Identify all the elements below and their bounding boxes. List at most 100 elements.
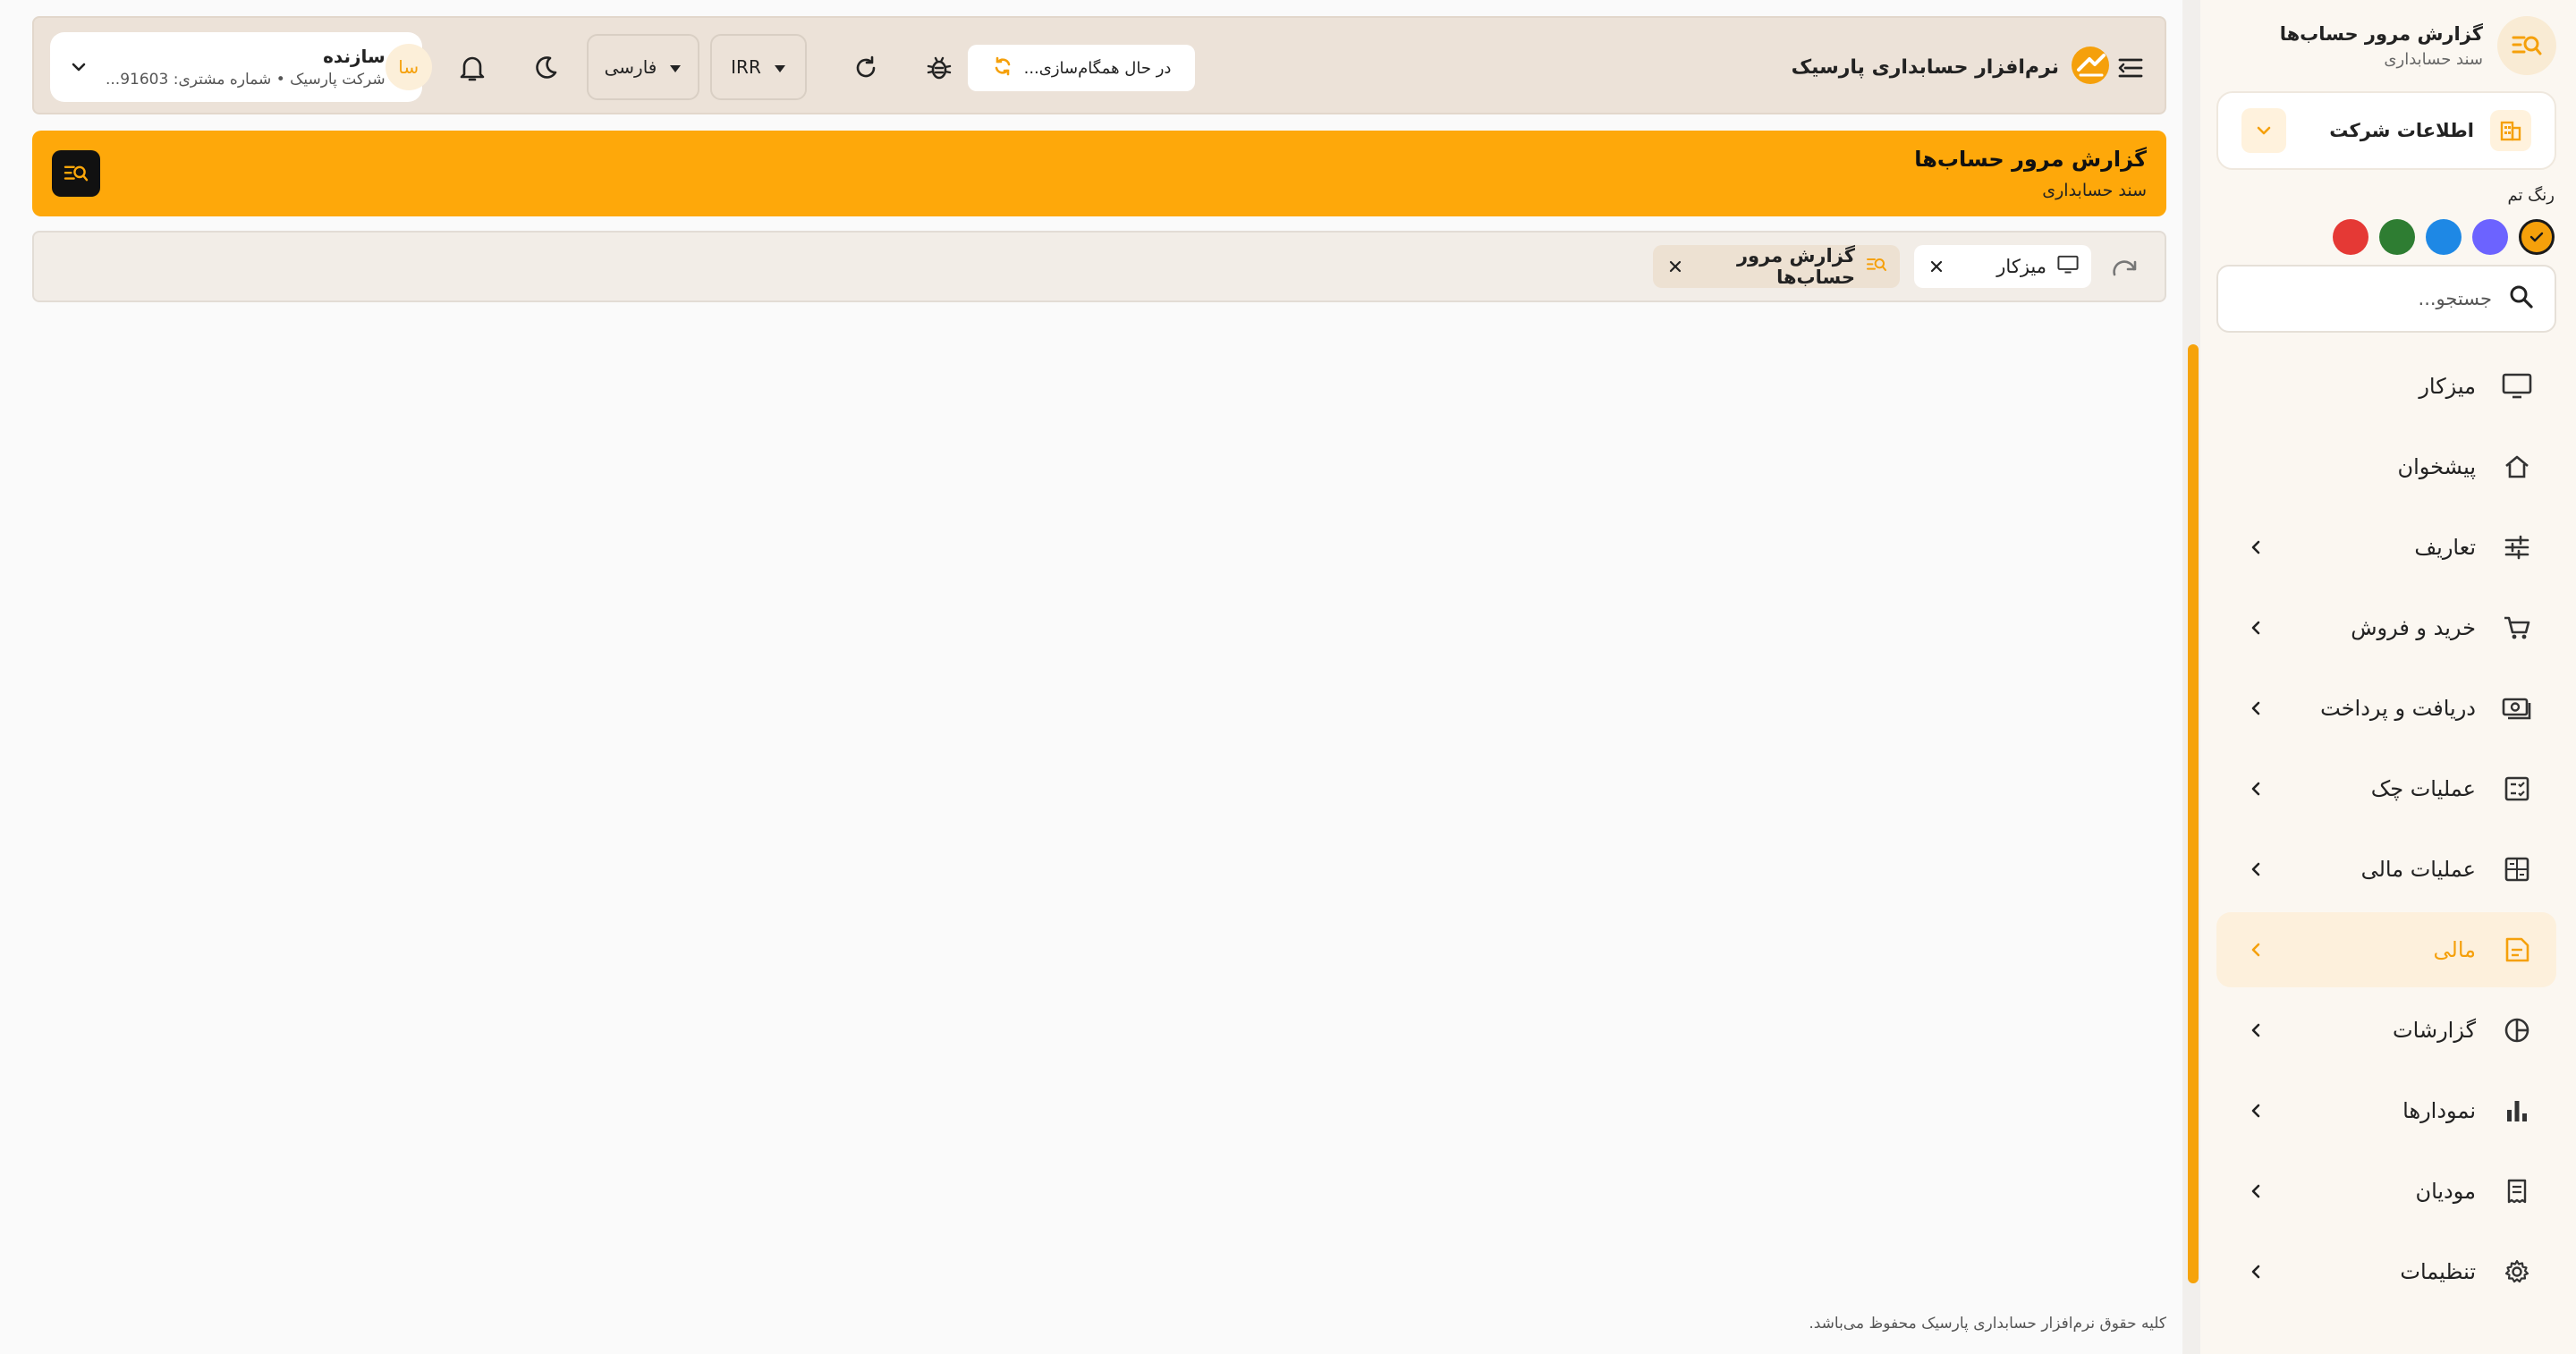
chevron-left-icon bbox=[2238, 529, 2274, 565]
company-info-label: اطلاعات شرکت bbox=[2329, 120, 2474, 141]
chevron-left-icon bbox=[2238, 1173, 2274, 1209]
sidebar-item-label: مالی bbox=[2433, 937, 2476, 962]
user-info: سازنده شرکت پارسیک • شماره مشتری: 91603.… bbox=[93, 46, 386, 89]
bell-icon[interactable] bbox=[453, 48, 492, 88]
app-logo bbox=[2070, 45, 2111, 89]
monitor-icon bbox=[2057, 255, 2079, 279]
check-icon bbox=[2529, 232, 2544, 242]
building-icon bbox=[2490, 110, 2531, 151]
chevron-left-icon bbox=[2238, 932, 2274, 968]
search-input[interactable] bbox=[2238, 288, 2492, 309]
sidebar-nav: میزکار پیشخوان تعاریف خرید و فروش دریافت bbox=[2216, 349, 2556, 1315]
sidebar-item-label: تعاریف bbox=[2414, 535, 2476, 560]
page-subtitle: سند حسابداری bbox=[2042, 181, 2147, 200]
sidebar-item-label: عملیات چک bbox=[2370, 776, 2476, 801]
sidebar-item-reports[interactable]: گزارشات bbox=[2216, 993, 2556, 1068]
check-list-icon bbox=[2499, 771, 2535, 807]
pie-chart-icon bbox=[2499, 1012, 2535, 1048]
chevron-left-icon bbox=[2238, 690, 2274, 726]
sidebar-item-taxpayers[interactable]: مودیان bbox=[2216, 1154, 2556, 1229]
sidebar-item-payments[interactable]: دریافت و پرداخت bbox=[2216, 671, 2556, 746]
sidebar-title: گزارش مرور حساب‌ها bbox=[2279, 22, 2483, 45]
chevron-left-icon bbox=[2238, 1254, 2274, 1290]
sidebar-item-label: گزارشات bbox=[2393, 1018, 2476, 1043]
sidebar-header: گزارش مرور حساب‌ها سند حسابداری bbox=[2216, 16, 2556, 75]
tab-label: میزکار bbox=[1996, 256, 2046, 277]
sidebar-item-settings[interactable]: تنظیمات bbox=[2216, 1234, 2556, 1309]
sidebar-item-dashboard[interactable]: پیشخوان bbox=[2216, 429, 2556, 504]
money-icon bbox=[2499, 690, 2535, 726]
top-bar: سازنده شرکت پارسیک • شماره مشتری: 91603.… bbox=[32, 16, 2166, 114]
theme-swatch-blue[interactable] bbox=[2426, 219, 2462, 255]
chevron-left-icon bbox=[2238, 1012, 2274, 1048]
sync-status-text: در حال همگام‌سازی... bbox=[1023, 58, 1172, 78]
tabs-bar: میزکار گزارش مرور حساب‌ها bbox=[32, 231, 2166, 302]
sidebar-item-sales[interactable]: خرید و فروش bbox=[2216, 590, 2556, 665]
currency-select[interactable]: IRR bbox=[710, 34, 807, 100]
caret-down-icon bbox=[774, 56, 786, 78]
avatar: سا bbox=[385, 44, 432, 90]
tab-label: گزارش مرور حساب‌ها bbox=[1736, 245, 1855, 288]
report-search-icon bbox=[2497, 16, 2556, 75]
sidebar-item-desk[interactable]: میزکار bbox=[2216, 349, 2556, 424]
tab-desk[interactable]: میزکار bbox=[1914, 245, 2091, 288]
theme-swatch-orange[interactable] bbox=[2519, 219, 2555, 255]
theme-swatch-green[interactable] bbox=[2379, 219, 2415, 255]
dark-mode-icon[interactable] bbox=[526, 48, 565, 88]
sidebar-item-label: مودیان bbox=[2415, 1179, 2476, 1204]
sidebar-scrollbar[interactable] bbox=[2188, 344, 2199, 1283]
language-value: فارسی bbox=[604, 56, 657, 78]
user-subtitle: شرکت پارسیک • شماره مشتری: 91603... bbox=[106, 71, 386, 89]
close-icon[interactable] bbox=[1927, 257, 1946, 276]
home-icon bbox=[2499, 449, 2535, 485]
sidebar-item-checks[interactable]: عملیات چک bbox=[2216, 751, 2556, 826]
user-name: سازنده bbox=[323, 46, 386, 67]
app-name: نرم‌افزار حسابداری پارسیک bbox=[1791, 55, 2059, 79]
redo-icon[interactable] bbox=[2107, 250, 2143, 286]
sidebar-item-finance[interactable]: مالی bbox=[2216, 912, 2556, 987]
sidebar-item-label: عملیات مالی bbox=[2360, 857, 2476, 882]
sidebar-item-financial-ops[interactable]: عملیات مالی bbox=[2216, 832, 2556, 907]
chevron-left-icon bbox=[2238, 851, 2274, 887]
theme-color-label: رنگ تم bbox=[2507, 186, 2555, 205]
search-icon[interactable] bbox=[2508, 283, 2535, 314]
user-menu[interactable]: سازنده شرکت پارسیک • شماره مشتری: 91603.… bbox=[50, 32, 432, 102]
sidebar-item-label: خرید و فروش bbox=[2351, 615, 2476, 640]
sidebar-item-definitions[interactable]: تعاریف bbox=[2216, 510, 2556, 585]
receipt-icon bbox=[2499, 1173, 2535, 1209]
chevron-left-icon bbox=[2238, 610, 2274, 646]
sidebar-item-label: پیشخوان bbox=[2397, 454, 2476, 479]
sidebar-item-label: دریافت و پرداخت bbox=[2320, 696, 2476, 721]
sidebar-item-label: نمودارها bbox=[2402, 1098, 2476, 1123]
chevron-left-icon bbox=[2238, 1093, 2274, 1129]
sidebar-subtitle: سند حسابداری bbox=[2384, 49, 2483, 69]
theme-swatch-red[interactable] bbox=[2333, 219, 2368, 255]
refresh-icon[interactable] bbox=[846, 48, 886, 88]
sidebar-item-charts[interactable]: نمودارها bbox=[2216, 1073, 2556, 1148]
gear-icon bbox=[2499, 1254, 2535, 1290]
sidebar-item-label: تنظیمات bbox=[2400, 1259, 2476, 1284]
language-select[interactable]: فارسی bbox=[587, 34, 699, 100]
calculator-icon bbox=[2499, 851, 2535, 887]
sync-icon bbox=[992, 55, 1013, 81]
menu-icon[interactable] bbox=[2113, 50, 2148, 86]
tab-trial-balance[interactable]: گزارش مرور حساب‌ها bbox=[1653, 245, 1900, 288]
ledger-icon bbox=[2499, 932, 2535, 968]
bug-icon[interactable] bbox=[919, 48, 959, 88]
bar-chart-icon bbox=[2499, 1093, 2535, 1129]
monitor-icon bbox=[2499, 368, 2535, 404]
close-icon[interactable] bbox=[1665, 257, 1685, 276]
app-brand: نرم‌افزار حسابداری پارسیک bbox=[1792, 43, 2111, 91]
page-title: گزارش مرور حساب‌ها bbox=[1914, 147, 2147, 172]
company-info-card[interactable]: اطلاعات شرکت bbox=[2216, 91, 2556, 170]
report-search-button[interactable] bbox=[52, 150, 100, 197]
chevron-down-icon[interactable] bbox=[2241, 108, 2286, 153]
report-search-icon bbox=[1866, 256, 1887, 278]
report-search-icon bbox=[64, 165, 89, 182]
caret-down-icon bbox=[669, 56, 682, 78]
sync-status: در حال همگام‌سازی... bbox=[968, 45, 1195, 91]
theme-swatch-purple[interactable] bbox=[2472, 219, 2508, 255]
chevron-down-icon[interactable] bbox=[64, 57, 93, 77]
sidebar: گزارش مرور حساب‌ها سند حسابداری اطلاعات … bbox=[2200, 0, 2576, 1354]
cart-icon bbox=[2499, 610, 2535, 646]
